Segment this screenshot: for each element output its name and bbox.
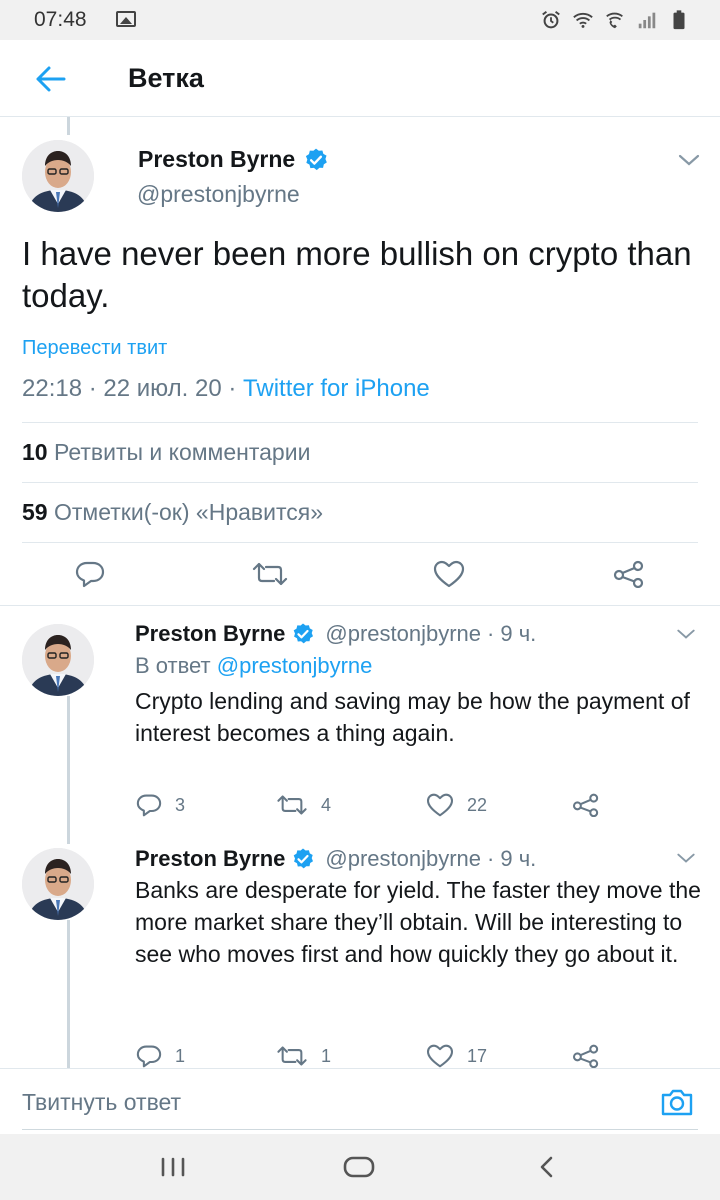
tweet-text: Crypto lending and saving may be how the… (135, 688, 690, 746)
meta-dot: · (88, 375, 104, 402)
divider (22, 542, 698, 543)
retweets-stat[interactable]: 10 Ретвиты и комментарии (22, 439, 310, 466)
reply-button[interactable]: 1 (135, 1044, 185, 1068)
tweet-source[interactable]: Twitter for iPhone (243, 375, 430, 402)
author-name[interactable]: Preston Byrne (138, 146, 329, 173)
share-button[interactable] (571, 793, 601, 817)
like-icon (426, 1044, 454, 1068)
avatar-image (22, 140, 94, 212)
reply-icon[interactable] (74, 560, 106, 588)
signal-icon (638, 12, 656, 29)
status-time: 07:48 (34, 8, 87, 31)
likes-stat[interactable]: 59 Отметки(-ок) «Нравится» (22, 499, 323, 526)
retweet-icon (277, 1046, 307, 1066)
chevron-down-icon[interactable] (676, 852, 696, 864)
reply-to: В ответ @prestonjbyrne (135, 653, 372, 679)
status-bar: 07:48 (0, 0, 720, 40)
retweet-count: 4 (321, 794, 332, 815)
thread-connector (67, 117, 70, 135)
share-icon (572, 1044, 599, 1068)
like-count: 22 (467, 794, 488, 815)
tweet-date: 22 июл. 20 (103, 375, 222, 402)
reply-count: 3 (175, 794, 186, 815)
reply-button[interactable]: 3 (135, 793, 185, 817)
avatar-image (22, 848, 94, 920)
status-icons (540, 9, 690, 31)
retweets-label: Ретвиты и комментарии (53, 439, 311, 465)
alarm-icon (542, 10, 560, 29)
divider (22, 482, 698, 483)
avatar[interactable] (22, 624, 94, 696)
likes-label: Отметки(-ок) «Нравится» (53, 499, 323, 525)
reply-input[interactable]: Твитнуть ответ (22, 1089, 181, 1116)
avatar-image (22, 624, 94, 696)
wifi-call-icon (606, 12, 623, 29)
app-header: Ветка (0, 40, 720, 117)
retweet-icon[interactable] (250, 560, 290, 588)
retweet-icon (277, 795, 307, 815)
reply-header: Preston Byrne @prestonjbyrne · 9 ч. (135, 846, 536, 872)
wifi-icon (573, 12, 593, 28)
divider (22, 422, 698, 423)
retweets-count: 10 (22, 439, 48, 465)
author-name[interactable]: Preston Byrne (135, 621, 285, 647)
thread-line (67, 920, 70, 1068)
tweet-actions: 1 1 17 (135, 1044, 615, 1070)
retweet-count: 1 (321, 1045, 332, 1066)
reply-to-handle[interactable]: @prestonjbyrne (217, 653, 373, 678)
camera-icon[interactable] (659, 1087, 695, 1117)
page-title: Ветка (128, 63, 204, 93)
retweet-button[interactable]: 1 (275, 1044, 331, 1068)
tweet-time: 22:18 (22, 375, 83, 402)
chevron-down-icon[interactable] (678, 153, 700, 167)
thread-line (67, 696, 70, 844)
system-nav-bar (0, 1134, 720, 1200)
reply-to-prefix: В ответ (135, 653, 211, 678)
like-icon (426, 793, 454, 817)
like-button[interactable]: 22 (425, 793, 487, 817)
verified-badge-icon (306, 148, 328, 170)
back-icon[interactable] (534, 1152, 558, 1182)
share-icon[interactable] (612, 560, 646, 588)
avatar[interactable] (22, 140, 94, 212)
author-name[interactable]: Preston Byrne (135, 846, 285, 872)
tweet-age: 9 ч. (500, 621, 537, 646)
like-button[interactable]: 17 (425, 1044, 487, 1068)
author-name-text: Preston Byrne (138, 146, 296, 172)
retweet-button[interactable]: 4 (275, 793, 331, 817)
avatar[interactable] (22, 848, 94, 920)
share-button[interactable] (571, 1044, 601, 1068)
arrow-left-icon[interactable] (34, 64, 66, 94)
tweet-actions: 3 4 22 (135, 793, 615, 819)
image-icon (116, 11, 136, 27)
tweet-text: I have never been more bullish on crypto… (22, 235, 692, 314)
battery-icon (673, 10, 685, 30)
section-separator (0, 605, 720, 606)
meta-dot: · (228, 375, 244, 402)
reply-header: Preston Byrne @prestonjbyrne · 9 ч. (135, 621, 536, 647)
reply-composer: Твитнуть ответ (0, 1068, 720, 1134)
share-icon (572, 793, 599, 817)
like-icon[interactable] (432, 560, 466, 588)
meta-dot: · (487, 621, 495, 646)
author-handle[interactable]: @prestonjbyrne (325, 621, 481, 647)
like-count: 17 (467, 1045, 488, 1066)
chevron-down-icon[interactable] (676, 628, 696, 640)
translate-link[interactable]: Перевести твит (22, 337, 167, 360)
input-underline (22, 1129, 698, 1130)
meta-dot: · (487, 846, 495, 871)
tweet-meta: 22:18 · 22 июл. 20 · Twitter for iPhone (22, 375, 430, 403)
verified-badge-icon (294, 848, 314, 869)
author-handle[interactable]: @prestonjbyrne (137, 181, 300, 208)
reply-count: 1 (175, 1045, 186, 1066)
recent-apps-icon[interactable] (158, 1152, 188, 1182)
tweet-age: 9 ч. (500, 846, 537, 871)
reply-icon (136, 1045, 162, 1068)
reply-icon (136, 794, 162, 817)
home-icon[interactable] (342, 1152, 376, 1182)
verified-badge-icon (294, 623, 314, 644)
tweet-text: Banks are desperate for yield. The faste… (135, 877, 701, 967)
author-handle[interactable]: @prestonjbyrne (325, 846, 481, 872)
likes-count: 59 (22, 499, 48, 525)
